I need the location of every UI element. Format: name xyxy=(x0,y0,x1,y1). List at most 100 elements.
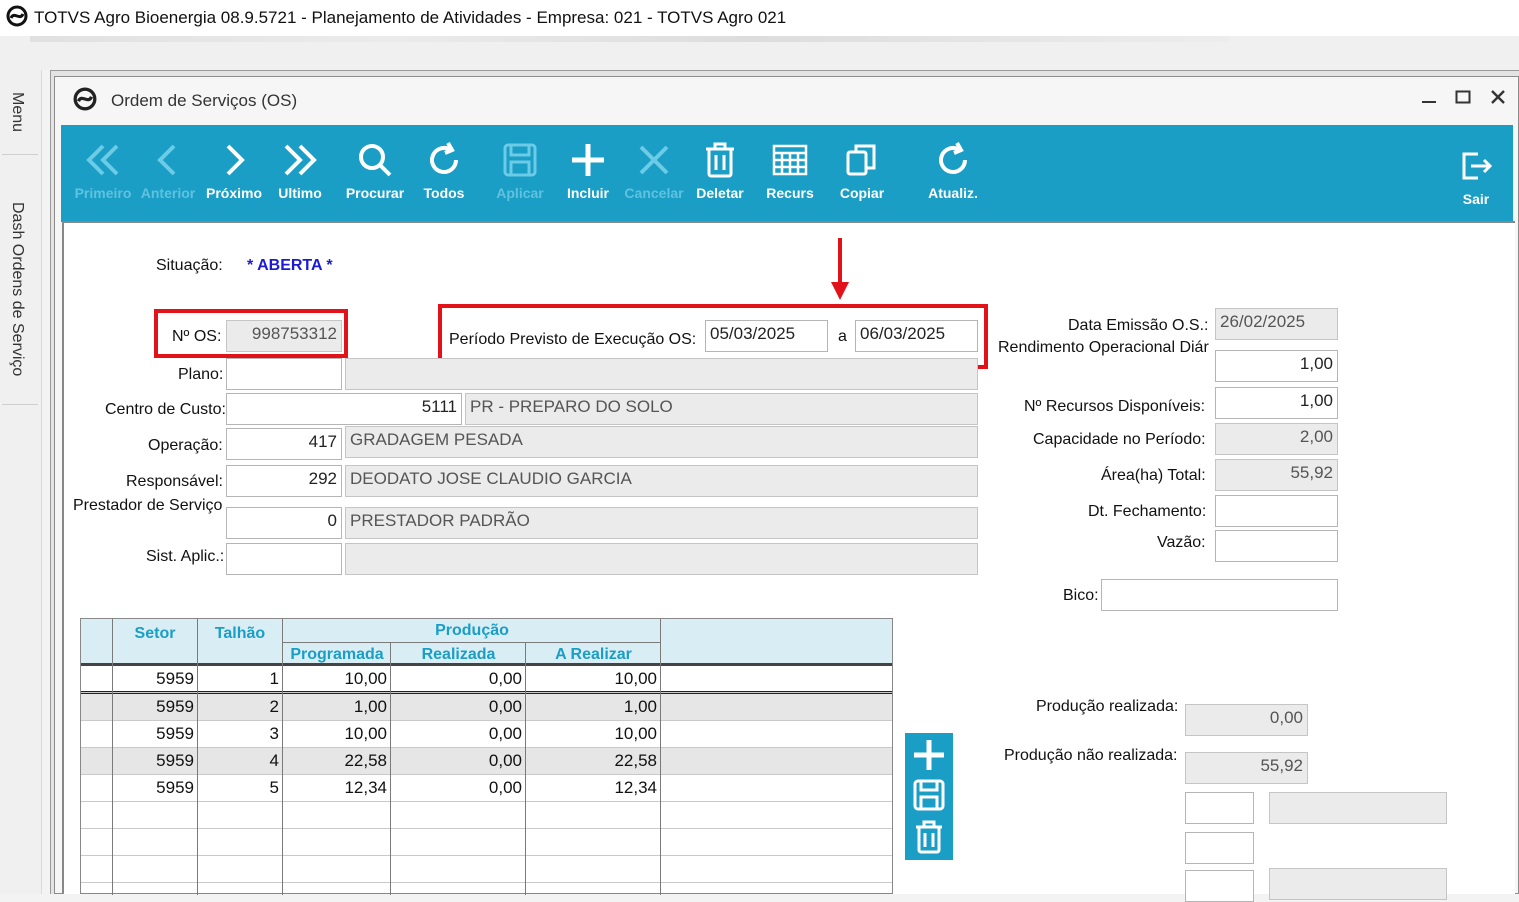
col-realizada-header[interactable]: Realizada xyxy=(391,646,526,664)
copiar-button[interactable]: Copiar xyxy=(827,135,897,215)
rendimento-field[interactable]: 1,00 xyxy=(1215,350,1338,382)
cell-setor: 5959 xyxy=(156,778,194,797)
incluir-button[interactable]: Incluir xyxy=(553,135,623,215)
save-row-icon[interactable] xyxy=(911,777,947,813)
sair-button[interactable]: Sair xyxy=(1441,141,1511,221)
cell-talhao: 5 xyxy=(269,778,279,797)
operacao-label: Operação: xyxy=(148,437,223,454)
col-setor-header[interactable]: Setor xyxy=(113,625,197,643)
table-row[interactable]: 5959 2 1,00 0,00 1,00 xyxy=(81,694,892,721)
anterior-button[interactable]: Anterior xyxy=(133,135,203,215)
data-emissao-label: Data Emissão O.S.: xyxy=(1068,317,1209,334)
chevron-left-icon xyxy=(148,135,188,185)
trash-icon xyxy=(700,135,740,185)
table-row[interactable]: 5959 3 10,00 0,00 10,00 xyxy=(81,721,892,748)
centro-custo-label: Centro de Custo: xyxy=(105,401,226,418)
delete-row-icon[interactable] xyxy=(911,819,947,855)
toolbar: Primeiro Anterior Próximo Ultimo Procura… xyxy=(61,125,1513,222)
add-row-icon[interactable] xyxy=(911,737,947,773)
cell-talhao: 2 xyxy=(269,697,279,716)
bico-field[interactable] xyxy=(1101,579,1338,611)
vazao-field[interactable] xyxy=(1215,530,1338,562)
prestador-code-field[interactable]: 0 xyxy=(226,507,342,539)
table-row-empty[interactable] xyxy=(81,856,892,883)
todos-button[interactable]: Todos xyxy=(409,135,479,215)
table-row[interactable]: 5959 4 22,58 0,00 22,58 xyxy=(81,748,892,775)
operacao-code-field[interactable]: 417 xyxy=(226,428,342,460)
totvs-logo-icon xyxy=(73,87,97,116)
recurs-button[interactable]: Recurs xyxy=(755,135,825,215)
responsavel-desc-field: DEODATO JOSE CLAUDIO GARCIA xyxy=(345,465,978,497)
annotation-arrow-icon xyxy=(828,238,852,307)
sist-aplic-label: Sist. Aplic.: xyxy=(146,548,225,565)
table-row-empty[interactable] xyxy=(81,829,892,856)
extra-field-1[interactable] xyxy=(1185,792,1254,824)
ultimo-label: Ultimo xyxy=(278,185,322,201)
close-icon[interactable] xyxy=(1490,89,1506,110)
window-title: Ordem de Serviços (OS) xyxy=(111,91,298,110)
bico-label: Bico: xyxy=(1063,587,1099,604)
cell-a-realizar: 10,00 xyxy=(614,669,657,688)
maximize-icon[interactable] xyxy=(1455,89,1471,110)
atualiz-button[interactable]: Atualiz. xyxy=(918,135,988,215)
proximo-button[interactable]: Próximo xyxy=(199,135,269,215)
side-tab-menu[interactable]: Menu xyxy=(8,92,26,132)
operacao-desc-field: GRADAGEM PESADA xyxy=(345,426,978,458)
cell-talhao: 3 xyxy=(269,724,279,743)
grid-tools xyxy=(905,733,953,860)
table-row[interactable]: 5959 1 10,00 0,00 10,00 xyxy=(81,666,892,693)
cell-programada: 12,34 xyxy=(344,778,387,797)
cancelar-button[interactable]: Cancelar xyxy=(619,135,689,215)
aplicar-label: Aplicar xyxy=(496,185,544,201)
atualiz-label: Atualiz. xyxy=(928,185,978,201)
primeiro-button[interactable]: Primeiro xyxy=(68,135,138,215)
col-a-realizar-header[interactable]: A Realizar xyxy=(526,646,661,664)
extra-field-2[interactable] xyxy=(1185,832,1254,864)
plus-icon xyxy=(568,135,608,185)
col-programada-header[interactable]: Programada xyxy=(283,646,391,664)
ultimo-button[interactable]: Ultimo xyxy=(265,135,335,215)
cell-programada: 10,00 xyxy=(344,669,387,688)
dt-fechamento-field[interactable] xyxy=(1215,495,1338,527)
copy-icon xyxy=(842,135,882,185)
cell-realizada: 0,00 xyxy=(488,751,522,770)
extra-field-3[interactable] xyxy=(1185,870,1254,902)
side-tab-dash-ordens[interactable]: Dash Ordens de Serviço xyxy=(8,202,26,376)
copiar-label: Copiar xyxy=(839,185,885,201)
sist-aplic-code-field[interactable] xyxy=(226,543,342,575)
deletar-button[interactable]: Deletar xyxy=(685,135,755,215)
proximo-label: Próximo xyxy=(205,185,262,201)
rendimento-label: Rendimento Operacional Diár xyxy=(998,339,1209,356)
area-total-label: Área(ha) Total: xyxy=(1101,467,1206,484)
side-panel: Menu Dash Ordens de Serviço xyxy=(0,70,42,894)
table-row-empty[interactable] xyxy=(81,802,892,829)
side-tab-divider xyxy=(2,404,38,405)
cancelar-label: Cancelar xyxy=(624,185,684,201)
procurar-button[interactable]: Procurar xyxy=(340,135,410,215)
cell-realizada: 0,00 xyxy=(488,697,522,716)
grid-icon xyxy=(770,135,810,185)
cell-a-realizar: 12,34 xyxy=(614,778,657,797)
table-row[interactable]: 5959 5 12,34 0,00 12,34 xyxy=(81,775,892,802)
cell-realizada: 0,00 xyxy=(488,669,522,688)
col-talhao-header[interactable]: Talhão xyxy=(198,625,282,643)
minimize-icon[interactable] xyxy=(1421,89,1437,110)
incluir-label: Incluir xyxy=(566,185,609,201)
cell-realizada: 0,00 xyxy=(488,724,522,743)
centro-custo-code-field[interactable]: 5111 xyxy=(226,393,462,425)
plano-code-field[interactable] xyxy=(226,358,342,390)
cell-programada: 22,58 xyxy=(344,751,387,770)
responsavel-code-field[interactable]: 292 xyxy=(226,465,342,497)
producao-nao-realizada-label: Produção não realizada: xyxy=(1004,747,1178,764)
cell-setor: 5959 xyxy=(156,697,194,716)
recurs-label: Recurs xyxy=(766,185,814,201)
recursos-field[interactable]: 1,00 xyxy=(1215,387,1338,419)
prestador-label: Prestador de Serviço xyxy=(73,497,223,514)
aplicar-button[interactable]: Aplicar xyxy=(485,135,555,215)
primeiro-label: Primeiro xyxy=(74,185,132,201)
plano-label: Plano: xyxy=(178,366,224,383)
recursos-label: Nº Recursos Disponíveis: xyxy=(1024,398,1206,415)
blurred-tab-strip xyxy=(0,36,1519,70)
refresh-icon xyxy=(424,135,464,185)
cell-programada: 10,00 xyxy=(344,724,387,743)
